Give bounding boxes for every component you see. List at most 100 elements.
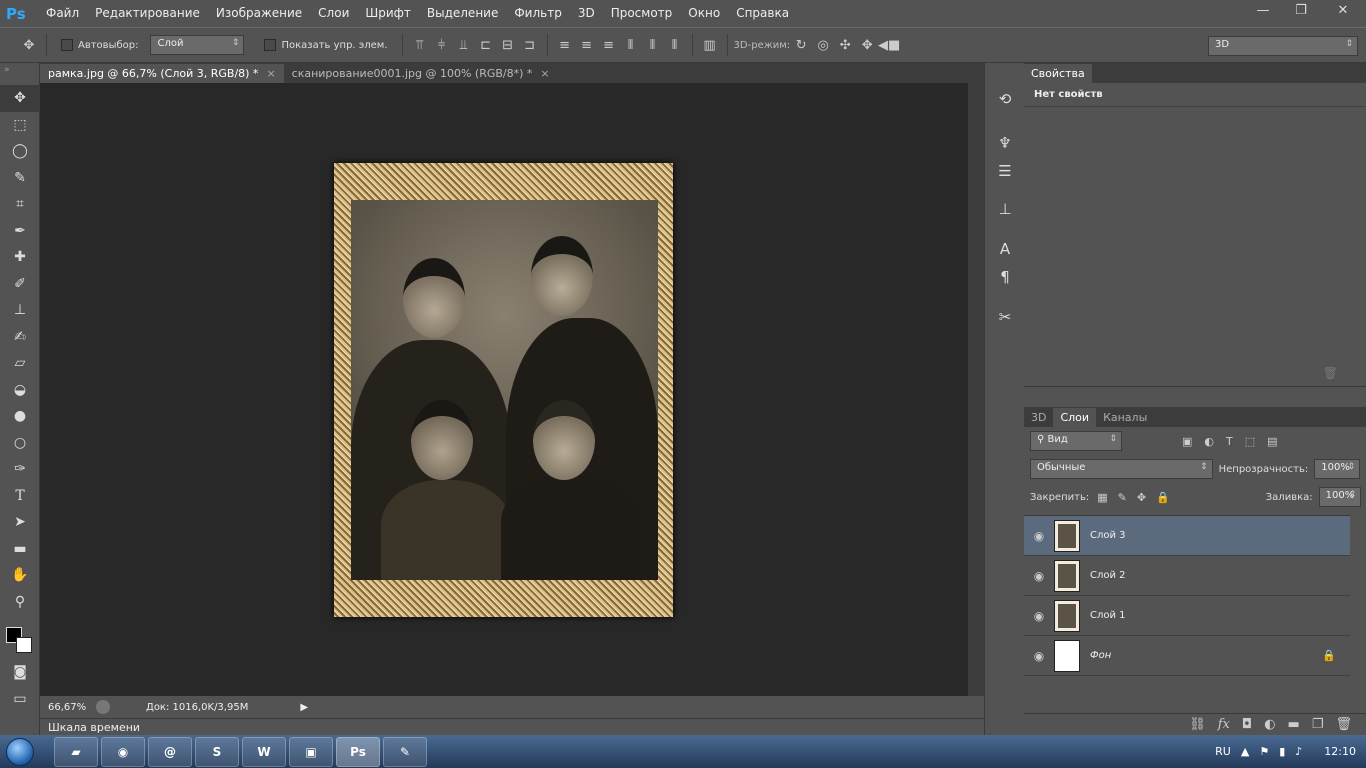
close-tab-icon[interactable]: ×: [266, 64, 275, 83]
auto-align-icon[interactable]: ▥: [699, 35, 721, 55]
fx-icon[interactable]: fx: [1218, 717, 1230, 732]
character-panel-icon[interactable]: A: [985, 235, 1025, 263]
eraser-tool-icon[interactable]: ▱: [0, 350, 40, 377]
menu-window[interactable]: Окно: [680, 0, 728, 27]
menu-edit[interactable]: Редактирование: [87, 0, 208, 27]
history-brush-tool-icon[interactable]: ✍: [0, 324, 40, 351]
opacity-field[interactable]: 100%: [1314, 459, 1360, 479]
rectangle-tool-icon[interactable]: ▬: [0, 536, 40, 563]
word-icon[interactable]: W: [242, 736, 286, 767]
menu-3d[interactable]: 3D: [570, 0, 603, 27]
blur-tool-icon[interactable]: ●: [0, 403, 40, 430]
network-icon[interactable]: @: [148, 736, 192, 767]
fill-field[interactable]: 100%: [1318, 487, 1362, 507]
align-right-icon[interactable]: ⊐: [519, 35, 541, 55]
type-tool-icon[interactable]: T: [0, 483, 40, 510]
start-button[interactable]: [0, 735, 40, 768]
timeline-label[interactable]: Шкала времени: [48, 721, 140, 734]
explorer-icon[interactable]: ▰: [54, 736, 98, 767]
menu-view[interactable]: Просмотр: [603, 0, 681, 27]
healing-brush-tool-icon[interactable]: ✚: [0, 244, 40, 271]
drag-3d-icon[interactable]: ✣: [834, 35, 856, 55]
collapse-arrows-icon[interactable]: »: [0, 63, 39, 85]
trash-icon[interactable]: 🗑: [1323, 366, 1338, 380]
move-tool-icon[interactable]: ✥: [0, 85, 40, 112]
crop-tool-icon[interactable]: ⌗: [0, 191, 40, 218]
clone-source-icon[interactable]: ⊥: [985, 195, 1025, 223]
blend-mode-dropdown[interactable]: Обычные: [1030, 459, 1213, 479]
link-layers-icon[interactable]: ⛓: [1189, 717, 1206, 732]
distribute-top-icon[interactable]: ≡: [554, 35, 576, 55]
skype-icon[interactable]: S: [195, 736, 239, 767]
eye-icon[interactable]: ◉: [1024, 569, 1054, 583]
scale-3d-icon[interactable]: ◀■: [878, 35, 900, 55]
show-controls-checkbox[interactable]: [264, 39, 277, 51]
roll-3d-icon[interactable]: ◎: [812, 35, 834, 55]
layer-row[interactable]: ◉ Слой 1: [1024, 596, 1350, 636]
type-filter-icon[interactable]: T: [1226, 435, 1233, 448]
lock-pixels-icon[interactable]: ✎: [1118, 491, 1127, 504]
align-hcenter-icon[interactable]: ⊟: [497, 35, 519, 55]
menu-layer[interactable]: Слои: [310, 0, 357, 27]
menu-type[interactable]: Шрифт: [357, 0, 419, 27]
clock[interactable]: 12:10: [1324, 745, 1356, 758]
hand-tool-icon[interactable]: ✋: [0, 562, 40, 589]
add-mask-icon[interactable]: ◘: [1242, 717, 1252, 732]
menu-help[interactable]: Справка: [728, 0, 797, 27]
menu-file[interactable]: Файл: [38, 0, 87, 27]
close-tab-icon[interactable]: ×: [540, 64, 549, 83]
menu-select[interactable]: Выделение: [419, 0, 506, 27]
minimize-button[interactable]: —: [1244, 0, 1282, 20]
marquee-tool-icon[interactable]: ⬚: [0, 112, 40, 139]
tab-layers[interactable]: Слои: [1053, 408, 1097, 427]
clone-stamp-tool-icon[interactable]: ⊥: [0, 297, 40, 324]
layer-row[interactable]: ◉ Слой 2: [1024, 556, 1350, 596]
workspace-dropdown[interactable]: 3D: [1208, 36, 1358, 56]
adjustments-icon[interactable]: ☰: [985, 157, 1025, 185]
brush-tool-icon[interactable]: ✐: [0, 271, 40, 298]
align-vcenter-icon[interactable]: ⫩: [431, 35, 453, 55]
move-tool-preset-icon[interactable]: ✥: [18, 35, 40, 55]
layer-filter-dropdown[interactable]: ⚲ Вид: [1030, 431, 1122, 451]
new-group-icon[interactable]: ▬: [1288, 717, 1300, 732]
presentation-icon[interactable]: ▣: [289, 736, 333, 767]
align-bottom-icon[interactable]: ⫫: [453, 35, 475, 55]
menu-filter[interactable]: Фильтр: [506, 0, 569, 27]
pen-tool-icon[interactable]: ✑: [0, 456, 40, 483]
adjustment-filter-icon[interactable]: ◐: [1204, 435, 1214, 448]
rotate-3d-icon[interactable]: ↻: [790, 35, 812, 55]
signal-icon[interactable]: ▮: [1279, 745, 1285, 758]
slide-3d-icon[interactable]: ✥: [856, 35, 878, 55]
lasso-tool-icon[interactable]: ◯: [0, 138, 40, 165]
distribute-right-icon[interactable]: ⦀: [664, 35, 686, 55]
new-layer-icon[interactable]: ❐: [1312, 717, 1324, 732]
tab-scan-jpg[interactable]: сканирование0001.jpg @ 100% (RGB/8*) * ×: [284, 64, 558, 83]
autoselect-dropdown[interactable]: Слой: [150, 35, 245, 55]
volume-icon[interactable]: ♪: [1295, 745, 1302, 758]
canvas[interactable]: [40, 83, 968, 696]
photoshop-icon[interactable]: Ps: [336, 736, 380, 767]
path-select-tool-icon[interactable]: ➤: [0, 509, 40, 536]
zoom-tool-icon[interactable]: ⚲: [0, 589, 40, 616]
layer-row[interactable]: ◉ Фон 🔒: [1024, 636, 1350, 676]
adjustment-layer-icon[interactable]: ◐: [1264, 717, 1275, 732]
flag-icon[interactable]: ⚑: [1259, 745, 1269, 758]
smart-object-filter-icon[interactable]: ▤: [1267, 435, 1277, 448]
paragraph-panel-icon[interactable]: ¶: [985, 263, 1025, 291]
layer-row[interactable]: ◉ Слой 3: [1024, 516, 1350, 556]
tab-frame-jpg[interactable]: рамка.jpg @ 66,7% (Слой 3, RGB/8) * ×: [40, 64, 284, 83]
status-menu-arrow-icon[interactable]: ▶: [300, 702, 308, 713]
status-info-icon[interactable]: [96, 700, 110, 714]
vertical-scrollbar[interactable]: [968, 83, 984, 696]
tool-presets-icon[interactable]: ✂: [985, 303, 1025, 331]
shape-filter-icon[interactable]: ⬚: [1245, 435, 1255, 448]
brush-presets-icon[interactable]: ♆: [985, 129, 1025, 157]
eye-icon[interactable]: ◉: [1024, 649, 1054, 663]
align-left-icon[interactable]: ⊏: [475, 35, 497, 55]
screen-mode-icon[interactable]: ▭: [0, 686, 40, 713]
distribute-hcenter-icon[interactable]: ⦀: [642, 35, 664, 55]
lock-position-icon[interactable]: ✥: [1137, 491, 1146, 504]
close-button[interactable]: ✕: [1320, 0, 1366, 20]
background-color-swatch[interactable]: [16, 637, 32, 653]
chrome-icon[interactable]: ◉: [101, 736, 145, 767]
